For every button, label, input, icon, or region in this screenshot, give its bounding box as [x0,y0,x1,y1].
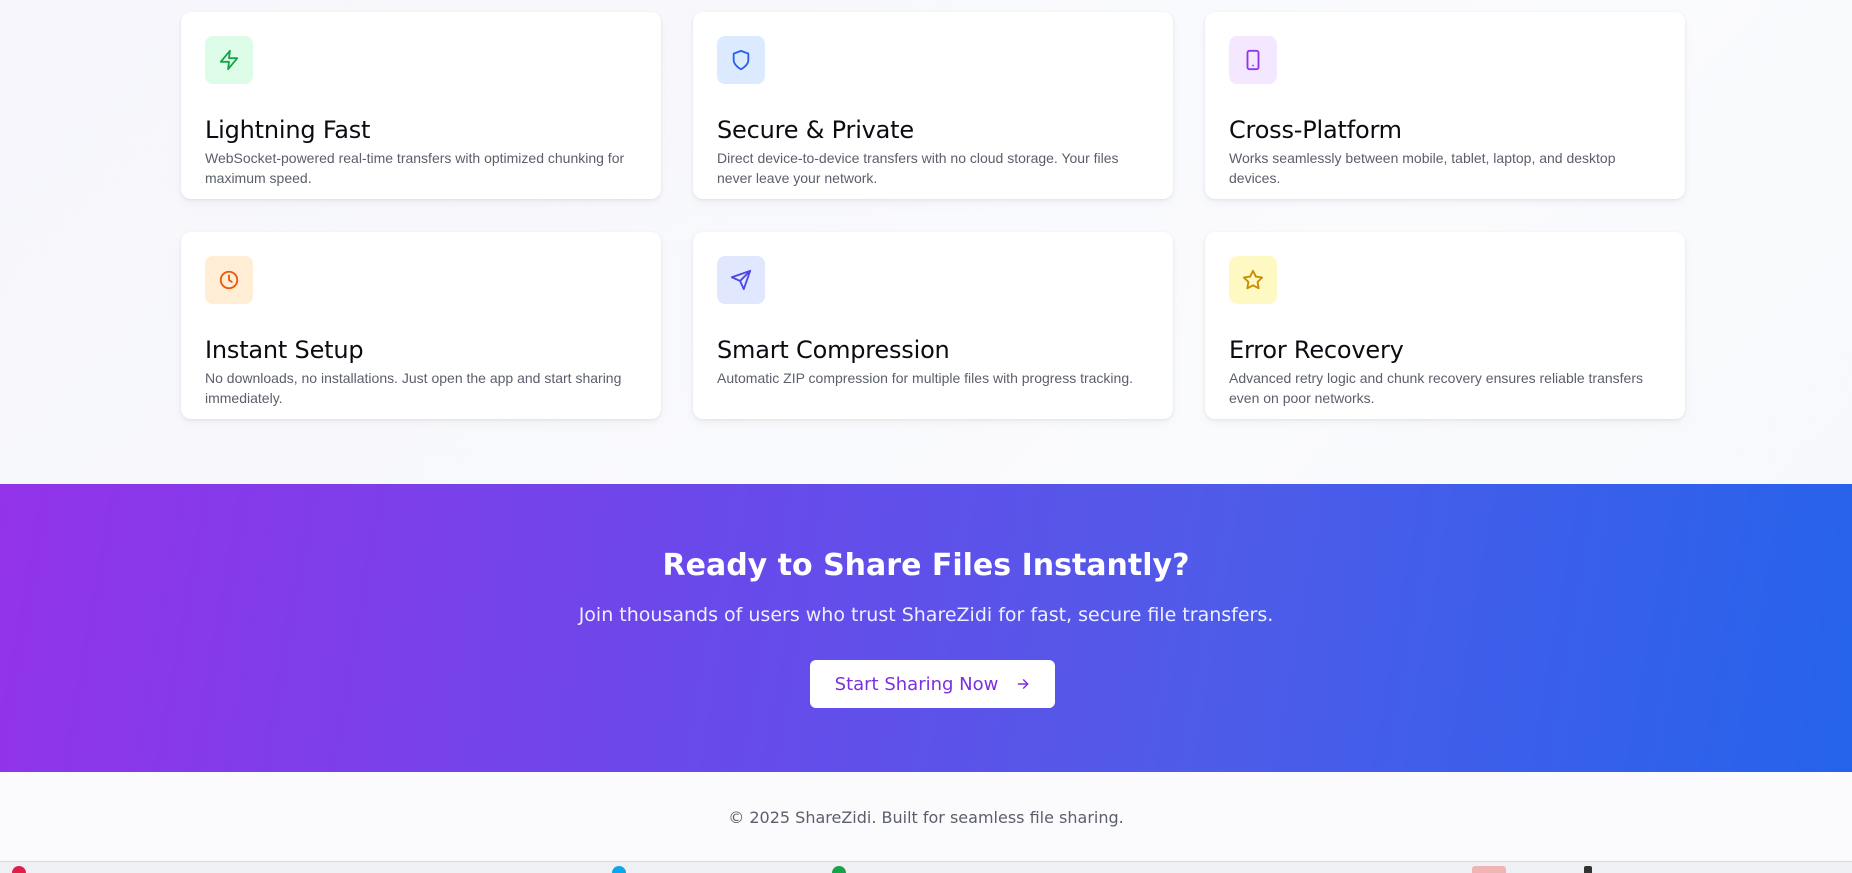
feature-card-error-recovery: Error Recovery Advanced retry logic and … [1205,232,1685,419]
lightning-icon [205,36,253,84]
feature-card-instant-setup: Instant Setup No downloads, no installat… [181,232,661,419]
cta-subheading: Join thousands of users who trust ShareZ… [578,604,1274,626]
feature-title: Lightning Fast [205,116,371,144]
feature-description: No downloads, no installations. Just ope… [205,370,622,406]
shield-icon [717,36,765,84]
feature-title: Error Recovery [1229,336,1404,364]
features-section: Lightning Fast WebSocket-powered real-ti… [0,0,1852,484]
feature-description: WebSocket-powered real-time transfers wi… [205,150,625,186]
arrow-right-icon [1016,677,1030,691]
feature-title: Instant Setup [205,336,364,364]
star-icon [1229,256,1277,304]
cta-section: Ready to Share Files Instantly? Join tho… [0,484,1852,772]
taskbar-app-icon[interactable] [832,866,846,873]
cta-heading: Ready to Share Files Instantly? [662,548,1190,583]
feature-description: Advanced retry logic and chunk recovery … [1229,370,1643,406]
feature-card-cross-platform: Cross-Platform Works seamlessly between … [1205,12,1685,199]
start-sharing-button[interactable]: Start Sharing Now [810,660,1055,708]
footer-copyright: © 2025 ShareZidi. Built for seamless fil… [728,808,1124,827]
feature-title: Smart Compression [717,336,950,364]
send-icon [717,256,765,304]
clock-icon [205,256,253,304]
feature-card-secure-private: Secure & Private Direct device-to-device… [693,12,1173,199]
taskbar [0,861,1852,873]
feature-card-smart-compression: Smart Compression Automatic ZIP compress… [693,232,1173,419]
feature-title: Secure & Private [717,116,914,144]
start-sharing-button-label: Start Sharing Now [834,673,999,695]
feature-description: Direct device-to-device transfers with n… [717,150,1119,186]
taskbar-app-icon[interactable] [612,866,626,873]
feature-description: Works seamlessly between mobile, tablet,… [1229,150,1616,186]
taskbar-app-icon[interactable] [1472,866,1506,873]
feature-description: Automatic ZIP compression for multiple f… [717,370,1134,386]
feature-card-lightning-fast: Lightning Fast WebSocket-powered real-ti… [181,12,661,199]
taskbar-app-icon[interactable] [1584,866,1592,873]
tablet-icon [1229,36,1277,84]
taskbar-app-icon[interactable] [12,866,26,873]
feature-title: Cross-Platform [1229,116,1402,144]
page-footer: © 2025 ShareZidi. Built for seamless fil… [0,772,1852,861]
